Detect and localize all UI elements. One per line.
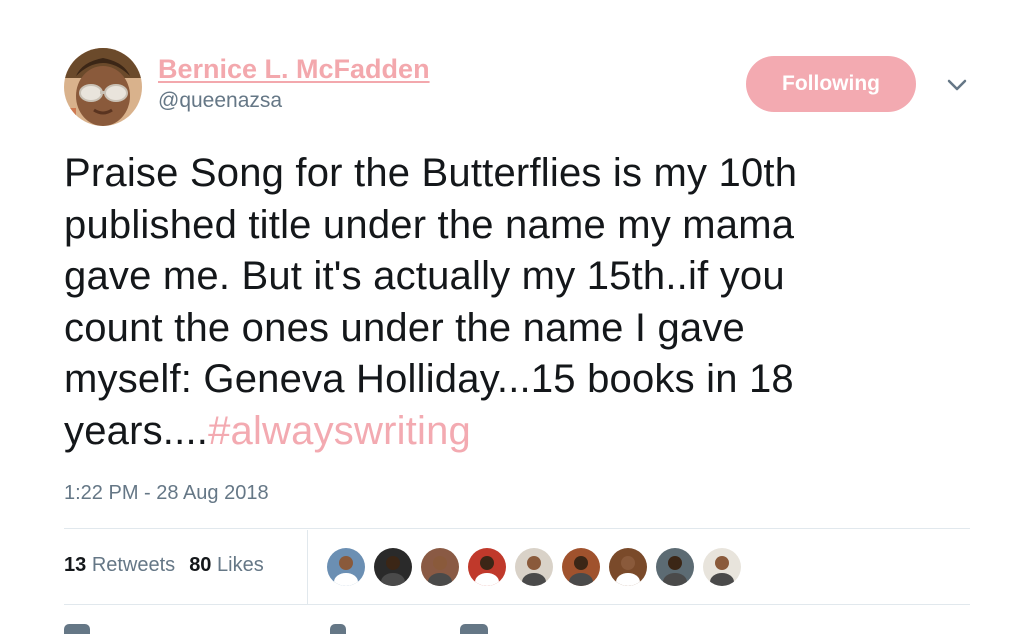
tweet-line: published title under the name my mama: [64, 202, 795, 247]
stats-separator: [307, 530, 308, 604]
liker-avatar-1-icon[interactable]: [327, 548, 365, 586]
reply-icon[interactable]: [64, 624, 90, 634]
profile-photo-icon: [64, 48, 142, 126]
like-icon[interactable]: [460, 624, 488, 634]
liker-avatar-5-icon[interactable]: [515, 548, 553, 586]
likers-list: [327, 548, 750, 586]
hashtag-link[interactable]: #alwayswriting: [208, 409, 471, 453]
likes-label: Likes: [217, 554, 264, 576]
tweet-line-last: years....#alwayswriting: [64, 406, 964, 458]
divider-bottom: [64, 604, 970, 605]
tweet-line: myself: Geneva Holliday...15 books in 18: [64, 357, 794, 401]
tweet-line-text: years....: [64, 408, 209, 453]
liker-avatar-8-icon[interactable]: [656, 548, 694, 586]
tweet-text: Praise Song for the Butterflies is my 10…: [64, 148, 964, 457]
following-button[interactable]: Following: [746, 56, 916, 112]
tweet-timestamp[interactable]: 1:22 PM - 28 Aug 2018: [64, 482, 269, 505]
liker-avatar-7-icon[interactable]: [609, 548, 647, 586]
liker-avatar-4-icon[interactable]: [468, 548, 506, 586]
liker-avatar-9-icon[interactable]: [703, 548, 741, 586]
retweets-stat[interactable]: 13 Retweets: [64, 554, 175, 576]
retweets-label: Retweets: [91, 554, 176, 576]
retweets-count: 13: [64, 554, 87, 576]
likes-stat[interactable]: 80 Likes: [189, 554, 264, 576]
liker-avatar-3-icon[interactable]: [421, 548, 459, 586]
tweet-line: Praise Song for the Butterflies is my 10…: [64, 151, 798, 195]
author-avatar[interactable]: [64, 48, 142, 126]
liker-avatar-2-icon[interactable]: [374, 548, 412, 586]
liker-avatar-6-icon[interactable]: [562, 548, 600, 586]
chevron-down-icon[interactable]: [944, 72, 970, 98]
author-handle[interactable]: @queenazsa: [158, 89, 282, 113]
tweet-stats: 13 Retweets 80 Likes: [64, 554, 264, 577]
retweet-icon[interactable]: [330, 624, 346, 634]
divider-top: [64, 528, 970, 529]
tweet-line: gave me. But it's actually my 15th..if y…: [64, 254, 785, 298]
likes-count: 80: [189, 554, 212, 576]
author-display-name[interactable]: Bernice L. McFadden: [158, 54, 430, 85]
tweet-line: count the ones under the name I gave: [64, 305, 746, 350]
